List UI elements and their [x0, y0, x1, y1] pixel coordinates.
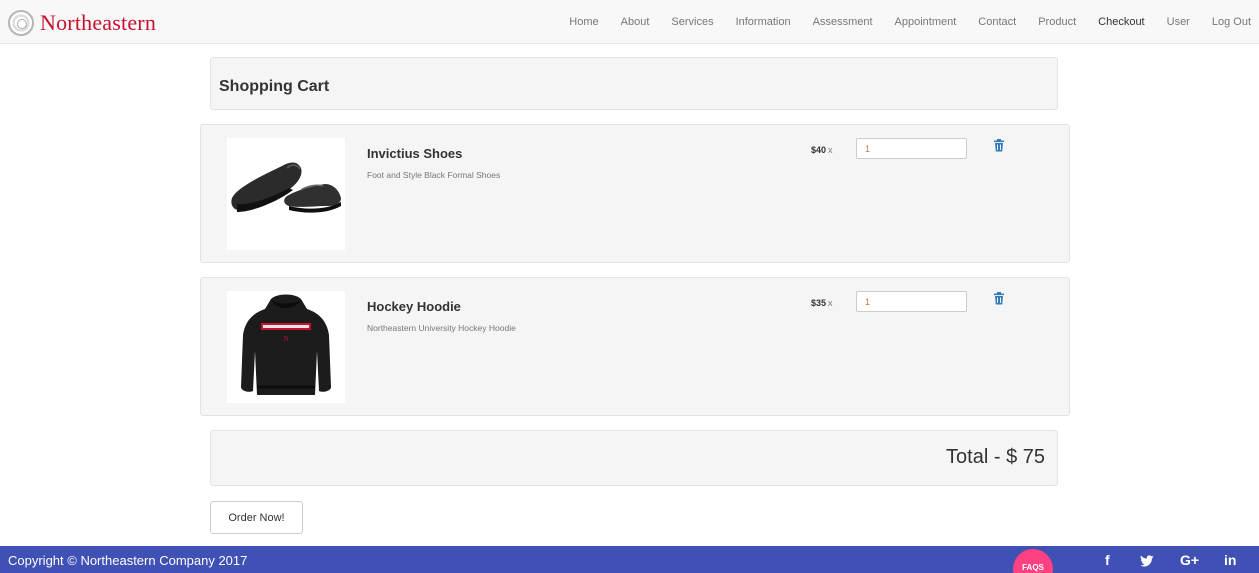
trash-icon[interactable] [993, 139, 1005, 152]
nav-links: Home About Services Information Assessme… [547, 0, 1251, 44]
multiplier-label: x [828, 145, 833, 155]
page-title: Shopping Cart [219, 78, 330, 95]
faqs-button[interactable]: FAQS [1013, 549, 1053, 573]
hoodie-image: N [227, 291, 345, 403]
nav-assessment[interactable]: Assessment [813, 16, 873, 28]
cart-total: Total - $ 75 [946, 446, 1045, 468]
order-now-button[interactable]: Order Now! [210, 501, 303, 534]
nav-contact[interactable]: Contact [978, 16, 1016, 28]
item-description: Northeastern University Hockey Hoodie [367, 323, 516, 333]
nav-appointment[interactable]: Appointment [895, 16, 957, 28]
item-name: Hockey Hoodie [367, 299, 461, 314]
nav-information[interactable]: Information [736, 16, 791, 28]
twitter-icon[interactable] [1140, 552, 1154, 570]
nav-checkout[interactable]: Checkout [1098, 16, 1144, 28]
nav-home[interactable]: Home [569, 16, 598, 28]
item-price-value: $40 [811, 145, 827, 155]
item-price: $35 x [811, 298, 833, 308]
quantity-input[interactable] [856, 291, 967, 312]
nav-services[interactable]: Services [671, 16, 713, 28]
quantity-input[interactable] [856, 138, 967, 159]
google-plus-icon[interactable]: G+ [1180, 552, 1199, 568]
item-description: Foot and Style Black Formal Shoes [367, 170, 501, 180]
copyright-text: Copyright © Northeastern Company 2017 [8, 553, 248, 568]
svg-text:N: N [283, 335, 288, 343]
brand[interactable]: Northeastern [8, 8, 156, 38]
item-price: $40 x [811, 145, 833, 155]
cart-item: N Hockey Hoodie Northeastern University … [200, 277, 1070, 416]
footer: Copyright © Northeastern Company 2017 FA… [0, 546, 1259, 573]
total-panel: Total - $ 75 [210, 430, 1058, 486]
linkedin-icon[interactable]: in [1224, 552, 1236, 568]
nav-user[interactable]: User [1167, 16, 1190, 28]
cart-header-panel: Shopping Cart [210, 57, 1058, 110]
nav-logout[interactable]: Log Out [1212, 16, 1251, 28]
trash-icon[interactable] [993, 292, 1005, 305]
cart-item: Invictius Shoes Foot and Style Black For… [200, 124, 1070, 263]
navbar: Northeastern Home About Services Informa… [0, 0, 1259, 44]
shoes-image [227, 138, 345, 250]
nav-about[interactable]: About [621, 16, 650, 28]
multiplier-label: x [828, 298, 833, 308]
item-price-value: $35 [811, 298, 827, 308]
university-seal-icon [8, 10, 34, 36]
brand-name: Northeastern [40, 10, 157, 35]
item-name: Invictius Shoes [367, 146, 463, 161]
facebook-icon[interactable]: f [1105, 552, 1110, 568]
nav-product[interactable]: Product [1038, 16, 1076, 28]
